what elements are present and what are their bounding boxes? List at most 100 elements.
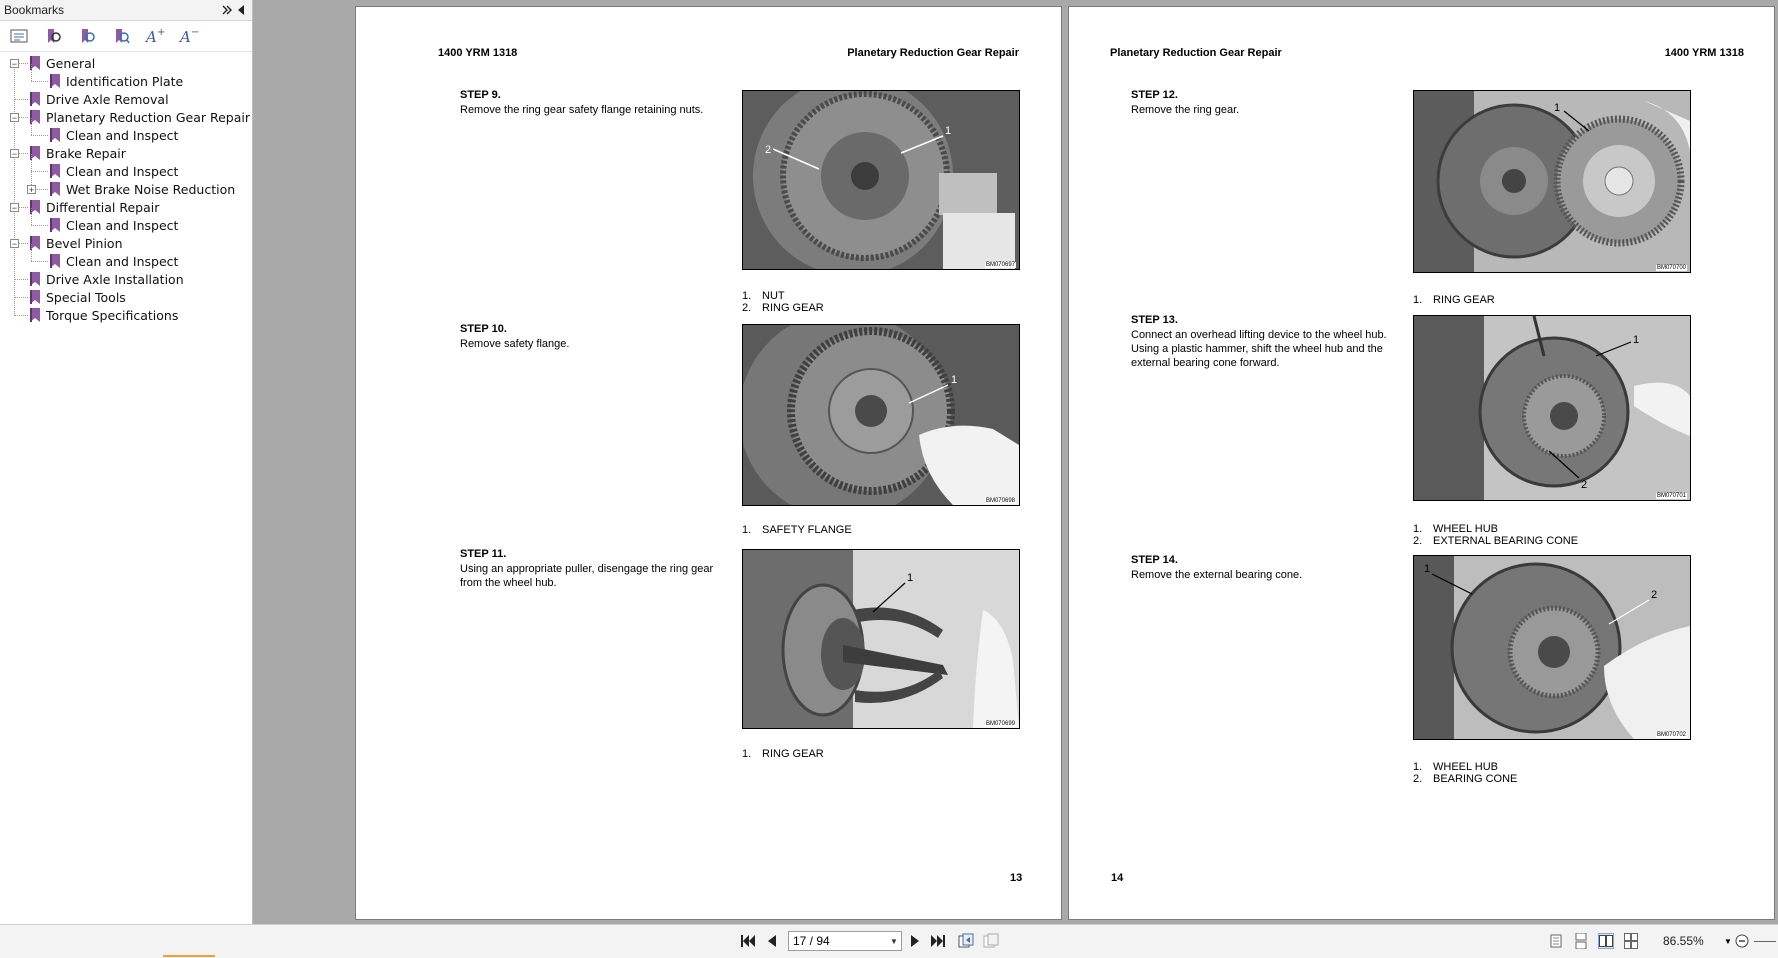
single-page-icon[interactable] xyxy=(1548,933,1564,949)
step-figure: 1 2 BM070701 xyxy=(1413,315,1691,501)
step-title: STEP 11. xyxy=(460,548,507,560)
bookmark-item[interactable]: Wet Brake Noise Reduction xyxy=(50,180,235,198)
bookmark-icon xyxy=(50,128,60,142)
bookmarks-header: Bookmarks xyxy=(0,0,252,21)
tree-connector xyxy=(31,208,32,225)
tree-connector xyxy=(14,297,28,298)
collapse-icon[interactable]: − xyxy=(10,203,19,213)
next-view-icon[interactable] xyxy=(983,933,999,949)
tree-connector xyxy=(31,261,48,262)
callout-item: 1. SAFETY FLANGE xyxy=(742,524,852,536)
collapse-icon[interactable]: − xyxy=(10,149,19,159)
bookmark-icon xyxy=(50,182,60,196)
increase-font-icon[interactable]: A + xyxy=(144,25,166,47)
step-text: Remove the external bearing cone. xyxy=(1131,569,1303,581)
step-figure: 1 2 BM070697 xyxy=(742,90,1020,270)
callout-list: 1. NUT 2. RING GEAR xyxy=(742,290,824,314)
continuous-facing-icon[interactable] xyxy=(1623,933,1639,949)
step-figure: 1 BM070699 xyxy=(742,549,1020,729)
tree-connector xyxy=(31,64,32,81)
tree-connector xyxy=(31,244,32,261)
zoom-out-icon[interactable] xyxy=(1734,933,1750,949)
last-page-icon[interactable] xyxy=(930,933,946,949)
tree-connector xyxy=(31,154,32,171)
facing-icon[interactable] xyxy=(1598,933,1614,949)
bookmark-label: Planetary Reduction Gear Repair xyxy=(46,109,250,125)
collapse-icon[interactable]: − xyxy=(10,59,19,69)
tree-connector xyxy=(31,135,48,136)
find-bookmark-icon[interactable] xyxy=(76,25,98,47)
tree-connector xyxy=(14,279,28,280)
step-figure: 1 2 BM070702 xyxy=(1413,555,1691,740)
bookmark-item[interactable]: General xyxy=(30,54,95,72)
first-page-icon[interactable] xyxy=(740,933,756,949)
tree-connector xyxy=(31,81,48,82)
step-title: STEP 9. xyxy=(460,89,501,101)
next-page-icon[interactable] xyxy=(907,933,923,949)
callout-item: 1. RING GEAR xyxy=(742,748,824,760)
bookmark-item[interactable]: Clean and Inspect xyxy=(50,216,178,234)
previous-view-icon[interactable] xyxy=(958,933,974,949)
page-dropdown-icon[interactable]: ▼ xyxy=(887,937,901,946)
callout-item: 1. NUT xyxy=(742,290,785,302)
figure-code: BM070699 xyxy=(984,721,1016,727)
bookmark-item[interactable]: Torque Specifications xyxy=(30,306,178,324)
document-view[interactable]: 1400 YRM 1318 Planetary Reduction Gear R… xyxy=(253,0,1778,924)
collapse-icon[interactable]: − xyxy=(10,113,19,123)
options-icon[interactable] xyxy=(8,25,30,47)
navigation-toolbar: 17 / 94 ▼ 86.55% ▼ xyxy=(0,924,1778,958)
page-14: Planetary Reduction Gear Repair 1400 YRM… xyxy=(1068,6,1775,920)
bookmark-item[interactable]: Brake Repair xyxy=(30,144,126,162)
callout-item: 2. EXTERNAL BEARING CONE xyxy=(1413,535,1579,547)
tree-connector xyxy=(31,118,32,135)
bookmark-item[interactable]: Clean and Inspect xyxy=(50,126,178,144)
bookmark-item[interactable]: Identification Plate xyxy=(50,72,183,90)
step-title: STEP 12. xyxy=(1131,89,1178,101)
callout-list: 1. WHEEL HUB 2. BEARING CONE xyxy=(1413,761,1517,785)
bookmark-item[interactable]: Bevel Pinion xyxy=(30,234,123,252)
bookmark-item[interactable]: Special Tools xyxy=(30,288,126,306)
step-text: Remove the ring gear safety flange retai… xyxy=(460,104,704,116)
bookmarks-panel: Bookmarks A + A − General − Identification P… xyxy=(0,0,253,924)
page-header-section: Planetary Reduction Gear Repair xyxy=(847,47,1019,59)
page-header-section: Planetary Reduction Gear Repair xyxy=(1110,47,1282,59)
bookmarks-title: Bookmarks xyxy=(4,3,65,17)
bookmark-label: Clean and Inspect xyxy=(66,127,179,143)
svg-text:+: + xyxy=(157,27,165,38)
bookmark-label: Clean and Inspect xyxy=(66,253,179,269)
callout-item: 1. WHEEL HUB xyxy=(1413,761,1498,773)
expand-icon[interactable]: + xyxy=(27,185,36,195)
bookmarks-toolbar: A + A − xyxy=(0,21,252,52)
page-header-doc-id: 1400 YRM 1318 xyxy=(1664,47,1744,59)
bookmark-label: Bevel Pinion xyxy=(46,235,123,251)
zoom-slider[interactable] xyxy=(1754,941,1776,942)
bookmark-item[interactable]: Clean and Inspect xyxy=(50,252,178,270)
page-number-value: 17 / 94 xyxy=(793,934,830,948)
collapse-icon[interactable]: − xyxy=(10,239,19,249)
hide-panel-icon[interactable] xyxy=(234,3,248,17)
previous-page-icon[interactable] xyxy=(764,933,780,949)
page-header-doc-id: 1400 YRM 1318 xyxy=(438,47,518,59)
bookmark-icon xyxy=(30,272,40,286)
expand-bookmark-icon[interactable] xyxy=(42,25,64,47)
bookmarks-tree: General − Identification Plate Drive Axle R… xyxy=(0,52,252,323)
bookmark-label: Drive Axle Removal xyxy=(46,91,169,107)
zoom-level[interactable]: 86.55% xyxy=(1663,934,1704,948)
bookmark-item[interactable]: Differential Repair xyxy=(30,198,159,216)
page-number-field[interactable]: 17 / 94 ▼ xyxy=(788,931,902,951)
bookmark-item[interactable]: Planetary Reduction Gear Repair xyxy=(30,108,250,126)
svg-text:A: A xyxy=(179,28,191,45)
step-text: Remove the ring gear. xyxy=(1131,104,1240,116)
bookmark-item[interactable]: Clean and Inspect xyxy=(50,162,178,180)
bookmark-item[interactable]: Drive Axle Installation xyxy=(30,270,184,288)
callout-list: 1. RING GEAR xyxy=(742,748,824,760)
collapse-panel-icon[interactable] xyxy=(220,3,234,17)
bookmark-label: Clean and Inspect xyxy=(66,217,179,233)
tree-connector xyxy=(31,225,48,226)
bookmark-item[interactable]: Drive Axle Removal xyxy=(30,90,169,108)
figure-label: 2 xyxy=(765,144,771,156)
decrease-font-icon[interactable]: A − xyxy=(178,25,200,47)
bookmark-icon xyxy=(30,308,40,322)
continuous-icon[interactable] xyxy=(1573,933,1589,949)
bookmark-search-icon[interactable] xyxy=(110,25,132,47)
